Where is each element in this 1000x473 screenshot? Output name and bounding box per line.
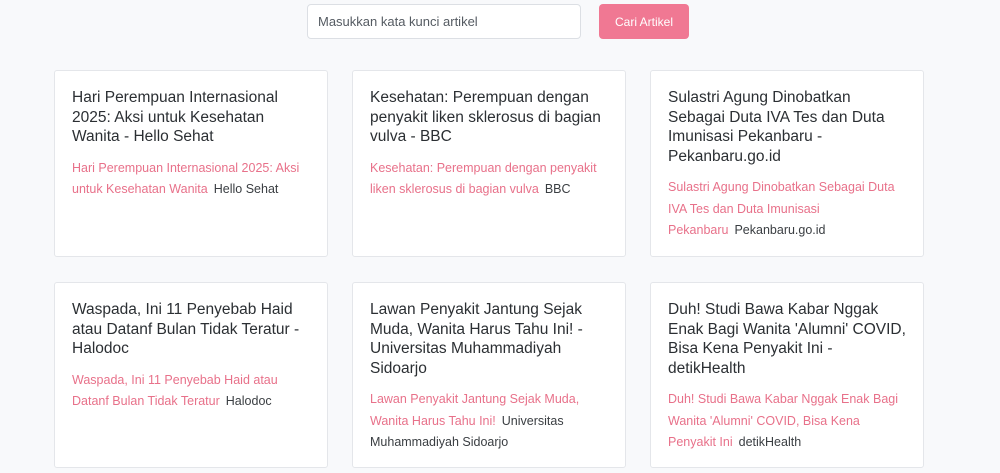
article-title: Waspada, Ini 11 Penyebab Haid atau Datan… bbox=[72, 301, 300, 357]
article-card: Lawan Penyakit Jantung Sejak Muda, Wanit… bbox=[352, 282, 626, 468]
article-source: BBC bbox=[544, 182, 571, 196]
article-card: Waspada, Ini 11 Penyebab Haid atau Datan… bbox=[54, 282, 328, 468]
article-meta: Hari Perempuan Internasional 2025: Aksi … bbox=[72, 158, 310, 201]
article-source: detikHealth bbox=[738, 435, 802, 449]
article-meta: Waspada, Ini 11 Penyebab Haid atau Datan… bbox=[72, 370, 310, 413]
article-title: Hari Perempuan Internasional 2025: Aksi … bbox=[72, 89, 278, 145]
search-input[interactable] bbox=[307, 4, 581, 39]
article-title: Kesehatan: Perempuan dengan penyakit lik… bbox=[370, 89, 601, 145]
article-source: Hello Sehat bbox=[213, 182, 279, 196]
article-meta: Kesehatan: Perempuan dengan penyakit lik… bbox=[370, 158, 608, 201]
article-card: Kesehatan: Perempuan dengan penyakit lik… bbox=[352, 70, 626, 257]
article-source: Pekanbaru.go.id bbox=[734, 223, 826, 237]
article-card: Duh! Studi Bawa Kabar Nggak Enak Bagi Wa… bbox=[650, 282, 924, 468]
article-title: Duh! Studi Bawa Kabar Nggak Enak Bagi Wa… bbox=[668, 301, 906, 377]
search-bar: Cari Artikel bbox=[307, 4, 689, 39]
article-grid: Hari Perempuan Internasional 2025: Aksi … bbox=[54, 70, 924, 468]
article-title: Sulastri Agung Dinobatkan Sebagai Duta I… bbox=[668, 89, 885, 165]
article-card: Sulastri Agung Dinobatkan Sebagai Duta I… bbox=[650, 70, 924, 257]
page: Cari Artikel Hari Perempuan Internasiona… bbox=[0, 0, 1000, 473]
article-title: Lawan Penyakit Jantung Sejak Muda, Wanit… bbox=[370, 301, 583, 377]
article-meta: Duh! Studi Bawa Kabar Nggak Enak Bagi Wa… bbox=[668, 389, 906, 454]
article-card: Hari Perempuan Internasional 2025: Aksi … bbox=[54, 70, 328, 257]
article-source: Halodoc bbox=[225, 394, 272, 408]
article-meta: Sulastri Agung Dinobatkan Sebagai Duta I… bbox=[668, 177, 906, 242]
article-meta: Lawan Penyakit Jantung Sejak Muda, Wanit… bbox=[370, 389, 608, 454]
search-button[interactable]: Cari Artikel bbox=[599, 4, 689, 39]
